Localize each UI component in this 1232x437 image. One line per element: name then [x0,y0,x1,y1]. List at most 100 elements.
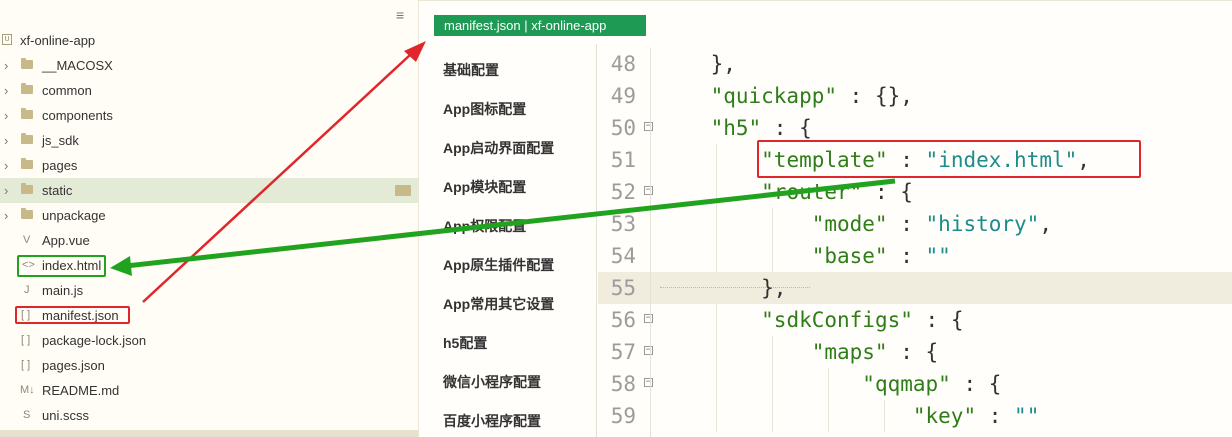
tree-item-components[interactable]: › components [0,103,418,128]
line-number: 48 [610,52,636,76]
tree-item-unpackage[interactable]: › unpackage [0,203,418,228]
project-icon: U [2,34,12,45]
manifest-category-list: 基础配置 App图标配置 App启动界面配置 App模块配置 App权限配置 A… [420,48,595,437]
top-separator [418,0,1232,1]
chevron-right-icon[interactable]: › [4,203,14,228]
project-explorer: ≡ U xf-online-app › __MACOSX › common › … [0,0,419,437]
code-text: "quickapp" : {}, [710,84,913,108]
tree-item-readme-md[interactable]: M↓ README.md [0,378,418,403]
tree-item-pages-json[interactable]: [ ] pages.json [0,353,418,378]
js-file-icon: J [24,284,30,296]
open-folder-icon[interactable] [395,185,411,196]
scss-file-icon: S [23,409,31,421]
html-file-icon: <> [22,259,35,271]
code-line: 50 − "h5" : { [598,112,1232,144]
category-app-native-plugins[interactable]: App原生插件配置 [443,255,554,275]
code-line: 59 "key" : "" [598,400,1232,432]
line-number: 56 [610,308,636,332]
code-line: 51 "template" : "index.html", [598,144,1232,176]
folder-icon [21,83,33,94]
code-text: "mode" : "history", [811,212,1052,236]
code-text: }, [660,276,787,300]
chevron-right-icon[interactable]: › [4,53,14,78]
tree-item-label: pages.json [42,358,105,373]
explorer-bottom-bar [0,430,418,437]
line-number: 58 [610,372,636,396]
tree-item-label: js_sdk [42,133,79,148]
tree-item-label: __MACOSX [42,58,113,73]
tree-item-index-html[interactable]: <> index.html [0,253,418,278]
tree-item-package-lock-json[interactable]: [ ] package-lock.json [0,328,418,353]
category-divider [596,44,597,437]
category-weixin-mp[interactable]: 微信小程序配置 [443,372,541,392]
markdown-file-icon: M↓ [20,384,35,396]
tree-item-macosx[interactable]: › __MACOSX [0,53,418,78]
line-number: 59 [610,404,636,428]
tree-item-main-js[interactable]: J main.js [0,278,418,303]
tree-item-label: App.vue [42,233,90,248]
tree-item-label: unpackage [42,208,106,223]
category-app-other-settings[interactable]: App常用其它设置 [443,294,554,314]
vue-file-icon: V [23,234,31,246]
tree-item-pages[interactable]: › pages [0,153,418,178]
fold-collapse-icon[interactable]: − [644,378,653,387]
folder-icon [21,208,33,219]
chevron-right-icon[interactable]: › [4,103,14,128]
json-file-icon: [ ] [21,359,31,371]
category-app-modules[interactable]: App模块配置 [443,177,526,197]
category-app-permissions[interactable]: App权限配置 [443,216,526,236]
line-number: 57 [610,340,636,364]
explorer-menu-icon[interactable]: ≡ [396,8,404,22]
tree-item-label: static [42,183,73,198]
code-editor[interactable]: 48 }, 49 "quickapp" : {}, 50 − "h5" : { … [598,48,1232,437]
folder-icon [21,158,33,169]
fold-collapse-icon[interactable]: − [644,346,653,355]
tree-item-label: manifest.json [42,308,119,323]
category-basic[interactable]: 基础配置 [443,60,499,80]
code-text: "router" : { [761,180,913,204]
tree-root-label: xf-online-app [20,33,96,48]
tree-item-manifest-json[interactable]: [ ] manifest.json [0,303,418,328]
tree-item-common[interactable]: › common [0,78,418,103]
fold-collapse-icon[interactable]: − [644,186,653,195]
line-number: 55 [610,276,636,300]
category-h5[interactable]: h5配置 [443,333,487,353]
folder-icon [21,133,33,144]
category-app-splash[interactable]: App启动界面配置 [443,138,554,158]
line-number: 53 [610,212,636,236]
line-number: 51 [610,148,636,172]
tree-item-uni-scss[interactable]: S uni.scss [0,403,418,428]
json-file-icon: [ ] [21,309,31,321]
chevron-right-icon[interactable]: › [4,153,14,178]
line-number: 54 [610,244,636,268]
category-baidu-mp[interactable]: 百度小程序配置 [443,411,541,431]
tree-item-label: uni.scss [42,408,89,423]
tree-item-label: common [42,83,92,98]
code-line: 48 }, [598,48,1232,80]
code-text: }, [660,52,736,76]
code-line: 54 "base" : "" [598,240,1232,272]
tree-item-label: pages [42,158,78,173]
line-number: 52 [610,180,636,204]
chevron-right-icon[interactable]: › [4,128,14,153]
tree-item-label: components [42,108,113,123]
chevron-right-icon[interactable]: › [4,78,14,103]
gutter-separator [650,48,651,437]
code-line: 56 − "sdkConfigs" : { [598,304,1232,336]
tab-manifest-json[interactable]: manifest.json | xf-online-app [434,15,646,36]
code-text: "base" : "" [811,244,951,268]
json-file-icon: [ ] [21,334,31,346]
tree-item-label: index.html [42,258,102,273]
fold-collapse-icon[interactable]: − [644,122,653,131]
category-app-icon[interactable]: App图标配置 [443,99,526,119]
fold-collapse-icon[interactable]: − [644,314,653,323]
code-line-active: 55 }, [598,272,1232,304]
tree-root[interactable]: U xf-online-app [0,28,418,53]
folder-icon [21,58,33,69]
tree-item-static[interactable]: › static [0,178,418,203]
code-text: "h5" : { [710,116,812,140]
code-text: "qqmap" : { [862,372,1002,396]
tree-item-js-sdk[interactable]: › js_sdk [0,128,418,153]
tree-item-app-vue[interactable]: V App.vue [0,228,418,253]
chevron-right-icon[interactable]: › [4,178,14,203]
